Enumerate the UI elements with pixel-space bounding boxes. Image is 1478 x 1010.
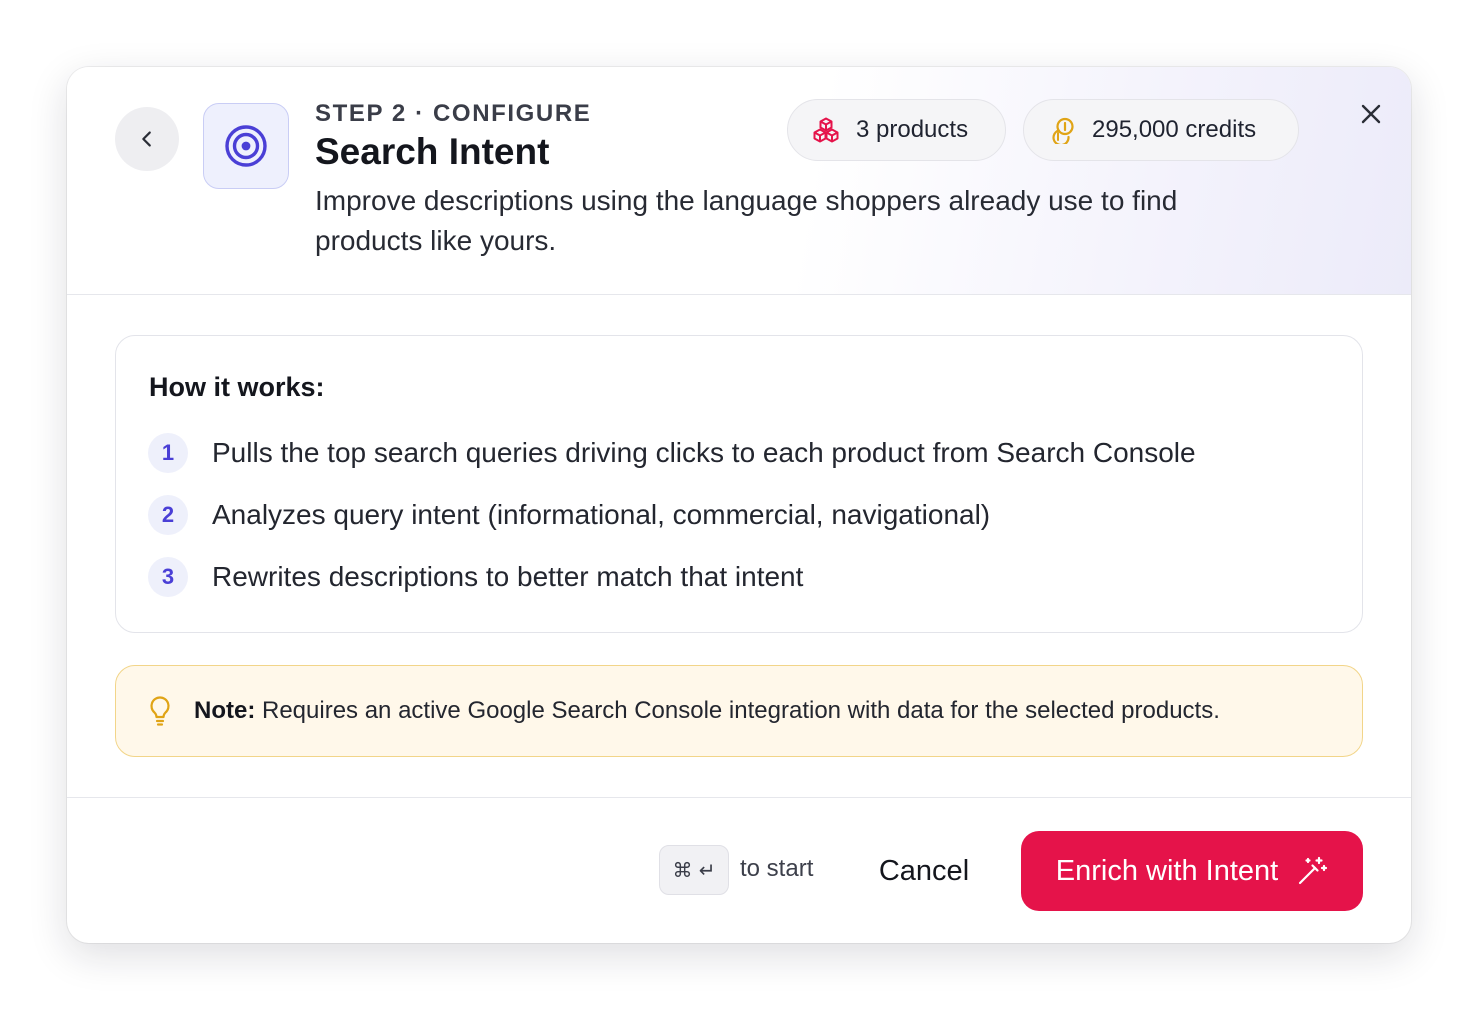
list-item: 3 Rewrites descriptions to better match … xyxy=(148,556,803,598)
coins-icon xyxy=(1052,117,1074,144)
list-item: 1 Pulls the top search queries driving c… xyxy=(148,432,1196,474)
enrich-button[interactable]: Enrich with Intent xyxy=(1021,831,1363,911)
cancel-button[interactable]: Cancel xyxy=(861,839,987,903)
lightbulb-icon xyxy=(150,696,170,726)
note-body: Requires an active Google Search Console… xyxy=(255,697,1220,724)
feature-icon-tile xyxy=(203,103,289,189)
close-button[interactable] xyxy=(1351,94,1391,134)
list-item: 2 Analyzes query intent (informational, … xyxy=(148,494,990,536)
step-number: 3 xyxy=(148,557,188,597)
target-icon xyxy=(225,125,267,167)
note-text: Note: Requires an active Google Search C… xyxy=(194,697,1220,725)
keyboard-shortcut: ⌘ ↵ xyxy=(659,845,729,895)
products-badge: 3 products xyxy=(787,99,1006,161)
credits-count: 295,000 credits xyxy=(1092,116,1257,143)
step-text: Rewrites descriptions to better match th… xyxy=(212,561,804,592)
note-label: Note: xyxy=(194,697,256,724)
page-subtitle: Improve descriptions using the language … xyxy=(315,185,1178,256)
step-text: Analyzes query intent (informational, co… xyxy=(212,499,991,530)
how-it-works-title: How it works: xyxy=(149,372,325,402)
enrich-button-label: Enrich with Intent xyxy=(1055,854,1279,887)
note-banner: Note: Requires an active Google Search C… xyxy=(115,665,1363,757)
boxes-icon xyxy=(813,117,839,143)
credits-badge: 295,000 credits xyxy=(1023,99,1299,161)
step-label: STEP 2 · CONFIGURE xyxy=(315,100,592,127)
products-count: 3 products xyxy=(856,116,969,143)
step-number: 1 xyxy=(148,433,188,473)
back-button[interactable] xyxy=(115,107,179,171)
chevron-left-icon xyxy=(142,131,151,147)
how-it-works-card: How it works: 1 Pulls the top search que… xyxy=(115,335,1363,633)
footer-divider xyxy=(67,797,1411,798)
step-number: 2 xyxy=(148,495,188,535)
dialog-header: STEP 2 · CONFIGURE Search Intent Improve… xyxy=(67,67,1411,295)
search-intent-dialog: STEP 2 · CONFIGURE Search Intent Improve… xyxy=(67,67,1411,943)
page-title: Search Intent xyxy=(315,131,550,172)
step-text: Pulls the top search queries driving cli… xyxy=(212,437,1196,468)
close-icon xyxy=(1361,104,1381,124)
shortcut-hint: to start xyxy=(740,855,814,882)
magic-wand-icon xyxy=(1299,856,1328,885)
